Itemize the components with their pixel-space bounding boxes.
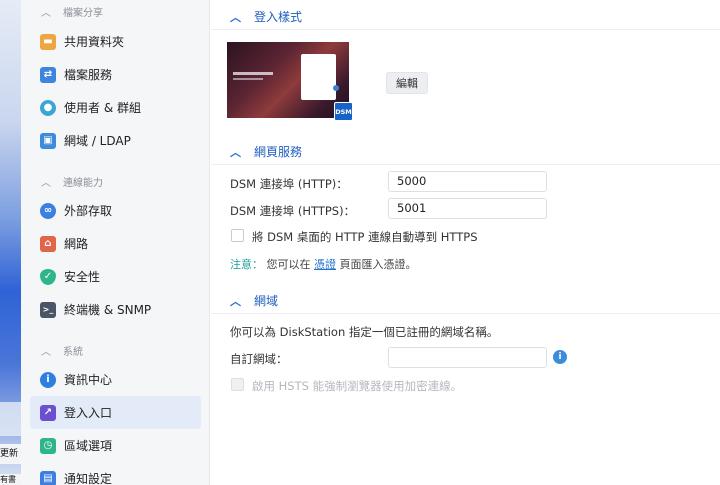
preview-subtitle-line	[233, 78, 263, 80]
sidebar-item-external-access[interactable]: ∞ 外部存取	[30, 194, 201, 227]
https-port-label: DSM 連接埠 (HTTPS)：	[230, 204, 356, 218]
sidebar-item-label: 使用者 & 群組	[64, 101, 141, 115]
folder-icon: ▬	[40, 33, 56, 50]
chevron-up-icon: ︿	[230, 145, 241, 159]
sidebar-item-label: 網路	[64, 237, 89, 251]
sidebar-item-label: 登入入口	[64, 406, 113, 420]
chevron-up-icon: ︿	[230, 294, 241, 308]
regional-options-icon: ◷	[40, 437, 56, 454]
info-icon[interactable]: i	[553, 350, 567, 364]
certificate-note: 注意： 您可以在 憑證 頁面匯入憑證。	[230, 256, 417, 272]
desktop-update-label[interactable]: 更新	[0, 444, 21, 464]
sidebar-section-connectivity[interactable]: ︿ 連線能力	[41, 170, 103, 192]
sidebar-item-security[interactable]: ✓ 安全性	[30, 260, 201, 293]
preview-login-dot	[333, 85, 339, 91]
login-page-preview	[227, 42, 349, 118]
network-icon: ⌂	[40, 235, 56, 252]
custom-domain-label: 自訂網域：	[230, 352, 288, 366]
section-title: 網頁服務	[254, 145, 303, 159]
http-port-field[interactable]: 5000	[388, 171, 547, 192]
sidebar-item-label: 終端機 & SNMP	[64, 303, 152, 317]
sidebar-item-file-services[interactable]: ⇄ 檔案服務	[30, 58, 201, 91]
sidebar-item-label: 區域選項	[64, 439, 113, 453]
sidebar-section-file-sharing[interactable]: ︿ 檔案分享	[41, 0, 103, 22]
note-text: 頁面匯入憑證。	[339, 258, 417, 271]
hsts-label: 啟用 HSTS 能強制瀏覽器使用加密連線。	[252, 379, 463, 393]
sidebar-item-domain-ldap[interactable]: ▣ 網域 / LDAP	[30, 124, 201, 157]
sidebar-item-label: 通知設定	[64, 472, 113, 485]
sidebar-item-label: 檔案服務	[64, 68, 113, 82]
preview-login-panel	[301, 54, 336, 100]
dsm-logo-icon: DSM	[334, 102, 353, 121]
chevron-up-icon: ︿	[41, 177, 51, 189]
sidebar-item-regional-options[interactable]: ◷ 區域選項	[30, 429, 201, 462]
sidebar-item-info-center[interactable]: i 資訊中心	[30, 363, 201, 396]
domain-header[interactable]: ︿ 網域	[211, 288, 720, 314]
sidebar-item-label: 網域 / LDAP	[64, 134, 131, 148]
desktop-background: 更新 有書	[0, 0, 21, 485]
section-title: 網域	[254, 294, 279, 308]
sidebar-item-label: 外部存取	[64, 204, 113, 218]
desktop-note-label[interactable]: 有書	[0, 474, 21, 485]
preview-title-line	[233, 72, 273, 75]
sidebar-item-shared-folder[interactable]: ▬ 共用資料夾	[30, 25, 201, 58]
file-services-icon: ⇄	[40, 66, 56, 83]
sidebar-item-notification[interactable]: ▤ 通知設定	[30, 462, 201, 485]
sidebar-item-terminal-snmp[interactable]: >_ 終端機 & SNMP	[30, 293, 201, 326]
sidebar-item-label: 資訊中心	[64, 373, 113, 387]
sidebar-item-label: 安全性	[64, 270, 101, 284]
login-portal-icon: ↗	[40, 404, 56, 421]
domain-icon: ▣	[40, 132, 56, 149]
edit-button[interactable]: 編輯	[386, 72, 428, 94]
sidebar-item-label: 共用資料夾	[64, 35, 125, 49]
sidebar-item-login-portal[interactable]: ↗ 登入入口	[30, 396, 201, 429]
security-shield-icon: ✓	[40, 268, 56, 285]
https-redirect-label: 將 DSM 桌面的 HTTP 連線自動導到 HTTPS	[252, 230, 478, 244]
main-content: ︿ 登入樣式 DSM 編輯 ︿ 網頁服務 DSM 連接埠 (HTTP)： 500…	[211, 0, 720, 485]
chevron-up-icon: ︿	[41, 346, 51, 358]
sidebar: ︿ 檔案分享 ▬ 共用資料夾 ⇄ 檔案服務 ● 使用者 & 群組 ▣ 網域 / …	[21, 0, 210, 485]
https-port-field[interactable]: 5001	[388, 198, 547, 219]
info-center-icon: i	[40, 371, 56, 388]
http-port-label: DSM 連接埠 (HTTP)：	[230, 177, 348, 191]
notification-icon: ▤	[40, 470, 56, 485]
https-redirect-checkbox[interactable]	[231, 229, 244, 242]
users-icon: ●	[40, 99, 56, 116]
sidebar-item-users-groups[interactable]: ● 使用者 & 群組	[30, 91, 201, 124]
hsts-checkbox[interactable]	[231, 378, 244, 391]
note-text: 您可以在	[266, 258, 311, 271]
section-title: 系統	[63, 346, 83, 358]
section-title: 檔案分享	[63, 7, 103, 19]
desktop-taskbar-item[interactable]	[0, 402, 21, 436]
sidebar-section-system[interactable]: ︿ 系統	[41, 339, 83, 361]
certificate-link[interactable]: 憑證	[314, 258, 336, 271]
sidebar-item-network[interactable]: ⌂ 網路	[30, 227, 201, 260]
section-title: 連線能力	[63, 177, 103, 189]
custom-domain-field[interactable]	[388, 347, 547, 368]
chevron-up-icon: ︿	[41, 7, 51, 19]
external-access-icon: ∞	[40, 202, 56, 219]
login-style-header[interactable]: ︿ 登入樣式	[211, 4, 720, 30]
note-prefix: 注意：	[230, 258, 263, 271]
chevron-up-icon: ︿	[230, 10, 241, 24]
domain-description: 你可以為 DiskStation 指定一個已註冊的網域名稱。	[230, 325, 499, 339]
terminal-icon: >_	[40, 301, 56, 318]
section-title: 登入樣式	[254, 10, 303, 24]
web-services-header[interactable]: ︿ 網頁服務	[211, 139, 720, 165]
